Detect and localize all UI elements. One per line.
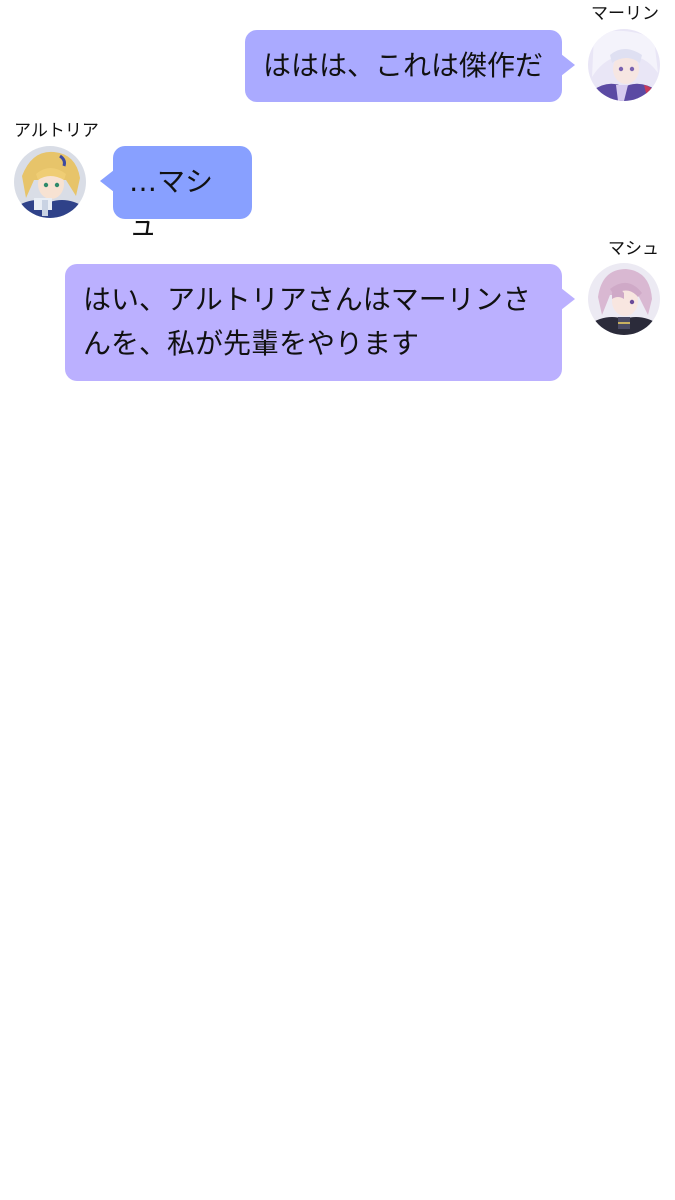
sender-name: マーリン xyxy=(591,4,659,24)
message-bubble[interactable]: はい、アルトリアさんはマーリンさんを、私が先輩をやります xyxy=(65,264,575,381)
message-bubble[interactable]: …マシュ xyxy=(100,146,252,242)
sender-name: アルトリア xyxy=(14,121,99,141)
message-text: はい、アルトリアさんはマーリンさんを、私が先輩をやります xyxy=(83,283,531,360)
message-text: ははは、これは傑作だ xyxy=(263,49,544,82)
bubble-tail xyxy=(100,170,114,192)
chat-thread: マーリン ははは、これは傑作だ アルトリア …マシュ マシュ はい、アルトリアさ… xyxy=(0,0,675,1200)
merlin-avatar-icon[interactable] xyxy=(588,29,660,101)
sender-name: マシュ xyxy=(608,239,659,259)
message-text: …マシュ xyxy=(129,165,214,242)
artoria-avatar-icon[interactable] xyxy=(14,146,86,218)
bubble-tail xyxy=(561,54,575,76)
bubble-tail xyxy=(561,288,575,310)
message-bubble[interactable]: ははは、これは傑作だ xyxy=(245,30,575,102)
mash-avatar-icon[interactable] xyxy=(588,263,660,335)
